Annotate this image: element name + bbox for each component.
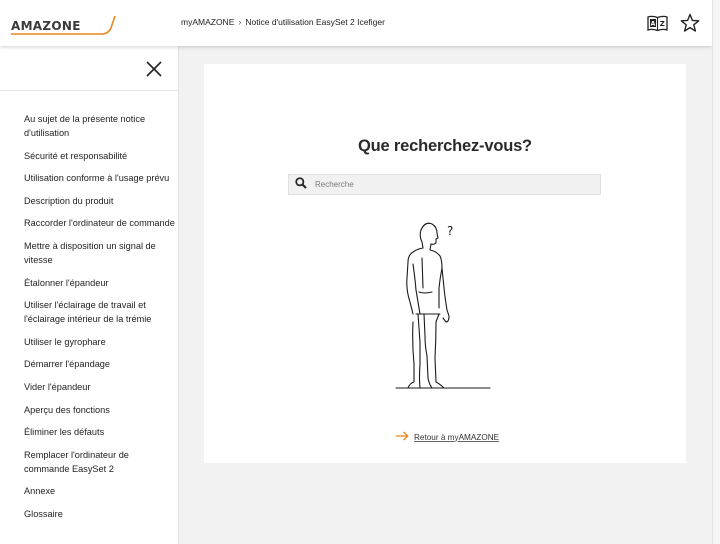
logo-swoosh-icon <box>11 15 116 35</box>
svg-text:Z: Z <box>659 20 664 28</box>
back-to-myamazone-link[interactable]: Retour à myAMAZONE <box>395 431 499 443</box>
sidebar-nav: Au sujet de la présente notice d'utilisa… <box>0 46 179 544</box>
amazone-logo[interactable]: AMAZONE <box>10 13 116 37</box>
sidebar-item-lighting[interactable]: Utiliser l'éclairage de travail et l'écl… <box>24 298 176 326</box>
sidebar-item-about-manual[interactable]: Au sujet de la présente notice d'utilisa… <box>24 112 176 140</box>
close-icon[interactable] <box>144 59 164 79</box>
arrow-right-icon <box>395 431 409 443</box>
search-card: Que recherchez-vous? ? <box>204 64 686 463</box>
search-box[interactable] <box>288 174 601 195</box>
sidebar-item-product-description[interactable]: Description du produit <box>24 194 176 208</box>
sidebar-item-beacon[interactable]: Utiliser le gyrophare <box>24 335 176 349</box>
sidebar-item-speed-signal[interactable]: Mettre à disposition un signal de vitess… <box>24 239 176 267</box>
breadcrumb-item-current: Notice d'utilisation EasySet 2 Icefiger <box>245 17 385 27</box>
svg-text:A: A <box>650 20 655 27</box>
page-scrollbar[interactable] <box>712 0 720 544</box>
page-title: Que recherchez-vous? <box>358 137 532 155</box>
dictionary-icon[interactable]: A Z <box>646 13 668 33</box>
sidebar-item-calibrate[interactable]: Étalonner l'épandeur <box>24 276 176 290</box>
sidebar-top-bar <box>0 46 178 91</box>
search-icon <box>295 176 307 194</box>
sidebar-item-troubleshooting[interactable]: Éliminer les défauts <box>24 425 176 439</box>
thinking-person-illustration: ? <box>395 222 491 389</box>
sidebar-item-intended-use[interactable]: Utilisation conforme à l'usage prévu <box>24 171 176 185</box>
sidebar-item-empty-spreader[interactable]: Vider l'épandeur <box>24 380 176 394</box>
sidebar-item-replace-computer[interactable]: Remplacer l'ordinateur de commande EasyS… <box>24 448 176 476</box>
breadcrumb: myAMAZONE › Notice d'utilisation EasySet… <box>181 17 385 27</box>
sidebar-item-safety[interactable]: Sécurité et responsabilité <box>24 149 176 163</box>
sidebar-item-connect-computer[interactable]: Raccorder l'ordinateur de commande <box>24 216 176 230</box>
breadcrumb-separator: › <box>238 17 242 27</box>
search-input[interactable] <box>315 180 585 189</box>
sidebar-item-functions-overview[interactable]: Aperçu des fonctions <box>24 403 176 417</box>
question-mark: ? <box>447 224 453 238</box>
sidebar-item-glossary[interactable]: Glossaire <box>24 507 176 521</box>
sidebar-item-appendix[interactable]: Annexe <box>24 484 176 498</box>
sidebar-item-start-spreading[interactable]: Démarrer l'épandage <box>24 357 176 371</box>
top-header: AMAZONE myAMAZONE › Notice d'utilisation… <box>0 0 712 46</box>
back-link-label: Retour à myAMAZONE <box>414 432 500 442</box>
star-icon[interactable] <box>679 13 701 33</box>
breadcrumb-item-home[interactable]: myAMAZONE <box>181 17 234 27</box>
sidebar-list: Au sujet de la présente notice d'utilisa… <box>24 112 176 530</box>
